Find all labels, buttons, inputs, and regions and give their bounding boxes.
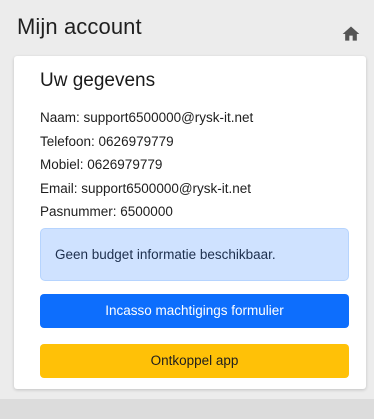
budget-info-alert: Geen budget informatie beschikbaar. [40,228,349,281]
section-title: Uw gegevens [40,70,156,91]
home-icon[interactable] [341,24,361,44]
incasso-form-button[interactable]: Incasso machtigings formulier [40,294,349,328]
account-details: Naam: support6500000@rysk-it.net Telefoo… [40,106,253,224]
phone-row: Telefoon: 0626979779 [40,133,174,149]
mobile-row: Mobiel: 0626979779 [40,157,163,172]
account-card: Uw gegevens Naam: support6500000@rysk-it… [14,56,366,389]
app-header: Mijn account [0,0,374,46]
email-row: Email: support6500000@rysk-it.net [40,180,252,196]
name-row: Naam: support6500000@rysk-it.net [40,110,254,125]
page-title: Mijn account [17,14,142,39]
card-number-row: Pasnummer: 6500000 [40,204,173,219]
bottom-bar [0,399,374,419]
disconnect-app-button[interactable]: Ontkoppel app [40,344,349,378]
